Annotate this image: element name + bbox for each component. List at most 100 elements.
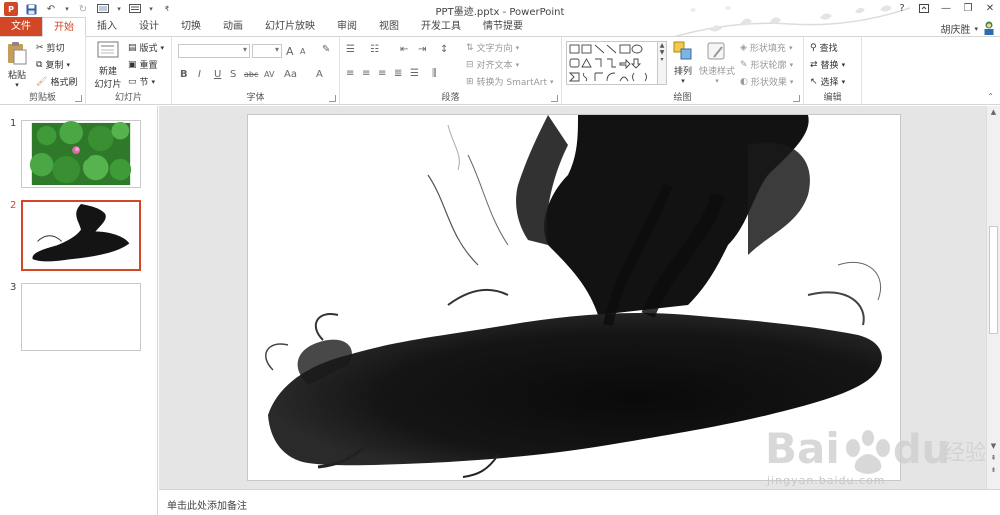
underline-button[interactable]: U <box>214 69 221 80</box>
tab-view[interactable]: 视图 <box>368 17 410 36</box>
grow-font-icon[interactable]: A <box>286 45 294 58</box>
restore-icon[interactable]: ❐ <box>962 1 974 15</box>
ink-image <box>23 202 139 269</box>
slide-thumbnail[interactable] <box>21 120 141 188</box>
font-launcher-icon[interactable] <box>329 95 336 102</box>
scroll-up-icon[interactable]: ▲ <box>987 106 1000 118</box>
tab-design[interactable]: 设计 <box>128 17 170 36</box>
line-spacing-icon[interactable]: ↕ <box>440 44 448 55</box>
pen-icon: ✎ <box>740 59 748 70</box>
shrink-font-icon[interactable]: A <box>300 47 305 56</box>
shapes-gallery[interactable] <box>566 41 658 85</box>
bullets-icon[interactable]: ☰ <box>346 44 355 55</box>
select-button[interactable]: ↖ 选择 ▾ <box>810 75 845 89</box>
slide-thumbnail[interactable] <box>21 283 141 351</box>
tab-transitions[interactable]: 切换 <box>170 17 212 36</box>
shapes-gallery-scrollbar[interactable]: ▲ ▼ ▾ <box>658 41 667 85</box>
shape-outline-button[interactable]: ✎ 形状轮廓 ▾ <box>740 58 793 72</box>
quick-styles-button[interactable]: 快速样式 ▾ <box>698 41 736 85</box>
tab-slide-show[interactable]: 幻灯片放映 <box>254 17 326 36</box>
decrease-indent-icon[interactable]: ⇤ <box>400 44 408 55</box>
numbering-icon[interactable]: ☷ <box>370 44 379 55</box>
character-spacing-button[interactable]: AV <box>264 70 274 79</box>
ribbon-display-options-icon[interactable] <box>918 1 930 15</box>
strikethrough-button[interactable]: abc <box>244 70 258 79</box>
help-icon[interactable]: ? <box>896 1 908 15</box>
paragraph-launcher-icon[interactable] <box>551 95 558 102</box>
copy-label: 复制 <box>45 61 64 71</box>
bold-button[interactable]: B <box>180 69 188 80</box>
slide-canvas[interactable] <box>247 114 901 481</box>
tab-developer[interactable]: 开发工具 <box>410 17 472 36</box>
collapse-ribbon-icon[interactable]: ⌃ <box>987 92 994 101</box>
scroll-down-icon[interactable]: ▼ <box>987 440 1000 452</box>
tab-file[interactable]: 文件 <box>0 17 42 36</box>
previous-slide-icon[interactable]: ⇞ <box>987 452 1000 464</box>
font-name-combobox[interactable] <box>178 44 250 58</box>
layout-label: 版式 <box>139 44 158 54</box>
tab-review[interactable]: 审阅 <box>326 17 368 36</box>
tab-insert[interactable]: 插入 <box>86 17 128 36</box>
redo-icon[interactable]: ↻ <box>76 2 90 16</box>
align-text-button[interactable]: ⊟ 对齐文本 ▾ <box>466 58 519 72</box>
clipboard-group-label: 剪贴板 <box>28 93 56 103</box>
new-slide-button[interactable]: 新建 幻灯片 <box>90 41 126 90</box>
arrange-button[interactable]: 排列 ▾ <box>670 41 696 85</box>
new-slide-label-1: 新建 <box>98 67 117 77</box>
find-button[interactable]: ⚲ 查找 <box>810 41 838 55</box>
save-icon[interactable] <box>24 2 38 16</box>
avatar[interactable] <box>982 20 996 36</box>
tab-home[interactable]: 开始 <box>42 17 86 37</box>
align-right-icon[interactable]: ≡ <box>378 68 386 79</box>
customize-qat-icon[interactable]: ₹ <box>160 2 174 16</box>
shape-effects-button[interactable]: ◐ 形状效果 ▾ <box>740 75 793 89</box>
minimize-icon[interactable]: — <box>940 1 952 15</box>
section-button[interactable]: ▭ 节 ▾ <box>128 75 155 89</box>
slides-view-icon[interactable] <box>128 2 142 16</box>
clipboard-launcher-icon[interactable] <box>75 95 82 102</box>
clear-formatting-icon[interactable]: ✎ <box>322 44 330 55</box>
text-direction-button[interactable]: ⇅ 文字方向 ▾ <box>466 41 519 55</box>
vertical-scrollbar[interactable]: ▲ ▼ ⇞ ⇟ <box>986 106 1000 489</box>
quick-styles-icon <box>707 42 725 60</box>
start-from-beginning-icon[interactable] <box>96 2 110 16</box>
shape-fill-button[interactable]: ◈ 形状填充 ▾ <box>740 41 792 55</box>
notes-pane[interactable]: 单击此处添加备注 <box>159 489 1000 515</box>
format-painter-button[interactable]: 🖌 格式刷 <box>36 75 77 89</box>
font-color-button[interactable]: A <box>316 69 323 80</box>
quick-styles-label: 快速样式 <box>698 67 735 77</box>
chevron-down-icon: ▾ <box>681 77 685 85</box>
justify-icon[interactable]: ≣ <box>394 68 402 79</box>
undo-icon[interactable]: ↶ <box>44 2 58 16</box>
reset-button[interactable]: ▣ 重置 <box>128 58 158 72</box>
tab-animations[interactable]: 动画 <box>212 17 254 36</box>
drawing-launcher-icon[interactable] <box>793 95 800 102</box>
copy-button[interactable]: ⧉ 复制 ▾ <box>36 58 70 72</box>
text-direction-label: 文字方向 <box>476 44 513 54</box>
scrollbar-thumb[interactable] <box>989 226 998 334</box>
align-center-icon[interactable]: ≡ <box>362 68 370 79</box>
slide-thumbnail-selected[interactable] <box>21 200 141 271</box>
change-case-button[interactable]: Aa <box>284 69 297 80</box>
cut-button[interactable]: ✂ 剪切 <box>36 41 65 55</box>
distributed-icon[interactable]: ☰ <box>410 68 419 79</box>
align-left-icon[interactable]: ≡ <box>346 68 354 79</box>
dropdown-icon[interactable]: ▾ <box>116 2 122 16</box>
close-icon[interactable]: ✕ <box>984 1 996 15</box>
columns-icon[interactable]: ⫼ <box>432 68 437 79</box>
italic-button[interactable]: I <box>198 69 201 80</box>
replace-button[interactable]: ⇄ 替换 ▾ <box>810 58 845 72</box>
tab-storyboarding[interactable]: 情节提要 <box>472 17 534 36</box>
convert-smartart-button[interactable]: ⊞ 转换为 SmartArt ▾ <box>466 75 554 89</box>
increase-indent-icon[interactable]: ⇥ <box>418 44 426 55</box>
dropdown-icon[interactable]: ▾ <box>148 2 154 16</box>
undo-dropdown-icon[interactable]: ▾ <box>64 2 70 16</box>
quick-access-toolbar: P ↶ ▾ ↻ ▾ ▾ ₹ <box>0 0 174 18</box>
section-label: 节 <box>139 78 149 88</box>
layout-button[interactable]: ▤ 版式 ▾ <box>128 41 164 55</box>
text-shadow-button[interactable]: S <box>230 69 236 80</box>
paste-button[interactable]: 粘贴 ▾ <box>4 41 30 89</box>
user-account[interactable]: 胡庆胜 ▾ <box>940 21 978 37</box>
font-size-combobox[interactable] <box>252 44 282 58</box>
next-slide-icon[interactable]: ⇟ <box>987 464 1000 476</box>
